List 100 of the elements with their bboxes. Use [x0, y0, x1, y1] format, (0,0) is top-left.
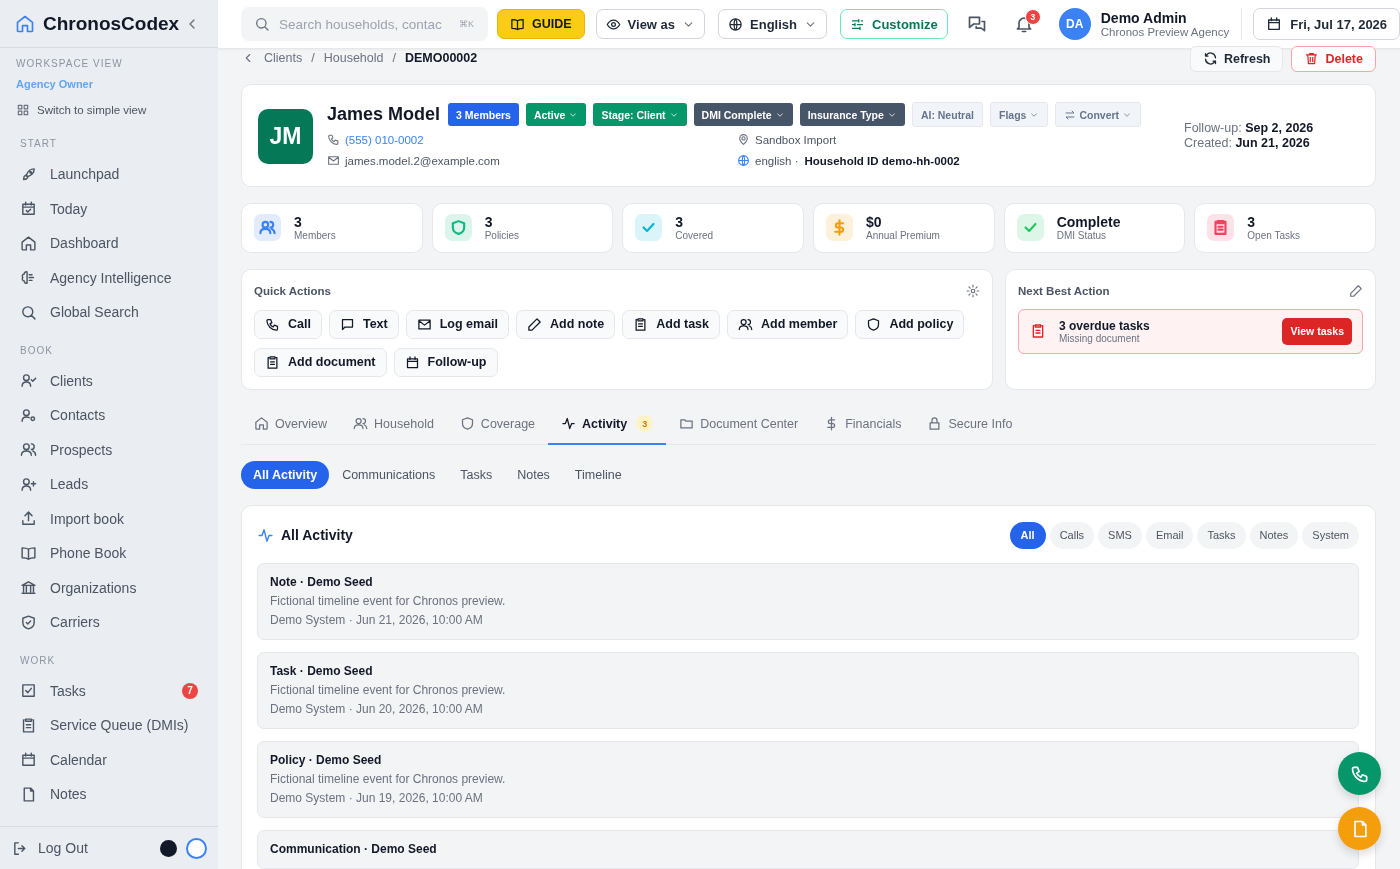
tab[interactable]: Household [340, 404, 447, 445]
tag-dropdown[interactable]: Insurance Type [799, 103, 905, 127]
quick-action-button[interactable]: Add note [516, 309, 616, 339]
filter-pill[interactable]: All [1009, 521, 1046, 549]
created-date: Created: Jun 21, 2026 [1184, 136, 1311, 151]
quick-action-button[interactable]: Add document [254, 347, 387, 377]
view-tasks-button[interactable]: View tasks [1282, 317, 1352, 345]
breadcrumb-link[interactable]: DEMO00002 [404, 50, 478, 65]
nav-item[interactable]: Agency Intelligence [20, 260, 202, 295]
tag-dropdown[interactable]: Stage: Client [593, 103, 687, 127]
stat-value: 3 [675, 214, 685, 231]
tab[interactable]: Financials [811, 404, 915, 445]
quick-action-button[interactable]: Add member [727, 309, 849, 339]
stat-label: Annual Premium [866, 230, 940, 242]
filter-tab[interactable]: All Activity [241, 461, 330, 489]
follow-up-date: Follow-up: Sep 2, 2026 [1184, 121, 1315, 136]
card-title: All Activity [281, 527, 353, 543]
tag-dropdown[interactable]: Flags [989, 102, 1049, 128]
nav-item[interactable]: Contacts [20, 398, 202, 433]
notification-badge: 3 [1024, 9, 1041, 25]
entry-description: Fictional timeline event for Chronos preview. [270, 683, 507, 697]
quick-action-button[interactable]: Log email [405, 309, 510, 339]
quick-action-button[interactable]: Add task [622, 309, 721, 339]
refresh-button[interactable]: Refresh [1189, 45, 1284, 72]
nav-item[interactable]: Carriers [20, 605, 202, 640]
delete-button[interactable]: Delete [1291, 45, 1376, 72]
quick-action-button[interactable]: Follow-up [393, 347, 498, 377]
stat-label: Covered [675, 230, 714, 242]
tab[interactable]: Coverage [446, 404, 549, 445]
breadcrumb-link[interactable]: Clients [264, 50, 303, 65]
nav-item[interactable]: Dashboard [20, 226, 202, 261]
nav-item[interactable]: Phone Book [20, 536, 202, 571]
card-title: Next Best Action [1018, 284, 1110, 297]
entry-meta: Demo System · Jun 19, 2026, 10:00 AM [270, 791, 484, 805]
filter-pill[interactable]: System [1302, 521, 1359, 549]
nav-item[interactable]: Organizations [20, 570, 202, 605]
tab[interactable]: Activity 3 [548, 404, 667, 445]
stat-value: 3 [1247, 214, 1257, 231]
stat-value: 3 [294, 214, 303, 231]
view-as-dropdown[interactable]: View as [595, 9, 706, 39]
stat-label: DMI Status [1056, 230, 1107, 242]
filter-tab[interactable]: Communications [330, 461, 448, 489]
shortcut-hint: ⌘K [459, 19, 474, 29]
tag-dropdown[interactable]: 3 Members [448, 103, 519, 127]
tab[interactable]: Secure Info [914, 404, 1026, 445]
language-dropdown[interactable]: English [718, 9, 827, 39]
breadcrumb-separator: / [392, 50, 396, 65]
phone-link[interactable]: (555) 010-0002 [327, 132, 737, 148]
stat-value: 3 [484, 214, 494, 231]
quick-action-button[interactable]: Call [254, 309, 322, 339]
filter-tab[interactable]: Tasks [448, 461, 505, 489]
filter-tab[interactable]: Timeline [562, 461, 634, 489]
nav-item[interactable]: Clients [20, 363, 202, 398]
entry-description: Fictional timeline event for Chronos preview. [270, 772, 507, 786]
nav-item[interactable]: Prospects [20, 432, 202, 467]
nav-item[interactable]: Notes [20, 777, 202, 812]
tag-dropdown[interactable]: Active [525, 103, 587, 127]
date-button[interactable]: Fri, Jul 17, 2026 [1253, 8, 1400, 40]
filter-pill[interactable]: Calls [1049, 521, 1095, 549]
guide-button[interactable]: GUIDE [497, 9, 585, 39]
filter-pill[interactable]: Notes [1249, 521, 1299, 549]
user-organization: Chronos Preview Agency [1100, 26, 1230, 38]
household-id: Household ID demo-hh-0002 [804, 154, 960, 167]
filter-tab[interactable]: Notes [505, 461, 562, 489]
stat-label: Open Tasks [1247, 230, 1300, 242]
entry-meta: Demo System · Jun 21, 2026, 10:00 AM [270, 613, 484, 627]
entry-title: Communication · Demo Seed [270, 842, 438, 856]
logout-link[interactable]: Log Out [12, 839, 88, 857]
filter-pill[interactable]: Tasks [1197, 521, 1246, 549]
nav-item[interactable]: Today [20, 191, 202, 226]
nav-item[interactable]: Service Queue (DMIs) [20, 708, 202, 743]
stat-label: Members [294, 230, 336, 242]
entry-description: Fictional timeline event for Chronos preview. [270, 594, 507, 608]
nav-item[interactable]: Import book [20, 501, 202, 536]
alert-title: 3 overdue tasks [1059, 318, 1151, 333]
nav-item[interactable]: Launchpad [20, 157, 202, 192]
filter-pill[interactable]: SMS [1098, 521, 1142, 549]
filter-pill[interactable]: Email [1145, 521, 1194, 549]
nav-item[interactable]: Global Search [20, 295, 202, 330]
section-label: START [20, 137, 57, 151]
tab[interactable]: Document Center [666, 404, 812, 445]
nav-item[interactable]: Leads [20, 467, 202, 502]
stat-value: Complete [1056, 214, 1121, 231]
tag-dropdown[interactable]: AI: Neutral [911, 102, 983, 128]
switch-view-link[interactable]: Switch to simple view [16, 103, 147, 117]
section-label: WORKSPACE VIEW [16, 57, 123, 71]
nav-item[interactable]: Calendar [20, 742, 202, 777]
tab[interactable]: Overview [241, 404, 341, 445]
quick-action-button[interactable]: Add policy [855, 309, 965, 339]
customize-button[interactable]: Customize [840, 9, 948, 39]
notifications-button[interactable]: 3 [1009, 10, 1038, 38]
quick-action-button[interactable]: Text [328, 309, 399, 339]
tag-dropdown[interactable]: DMI Complete [693, 103, 793, 127]
stat-label: Policies [484, 230, 520, 242]
breadcrumb-link[interactable]: Household [323, 50, 384, 65]
household-name: James Model [327, 104, 441, 126]
nav-item[interactable]: Tasks 7 [20, 673, 202, 708]
entry-title: Task · Demo Seed [270, 664, 374, 678]
user-avatar[interactable]: DA [1058, 8, 1091, 40]
tag-dropdown[interactable]: Convert [1055, 102, 1142, 128]
